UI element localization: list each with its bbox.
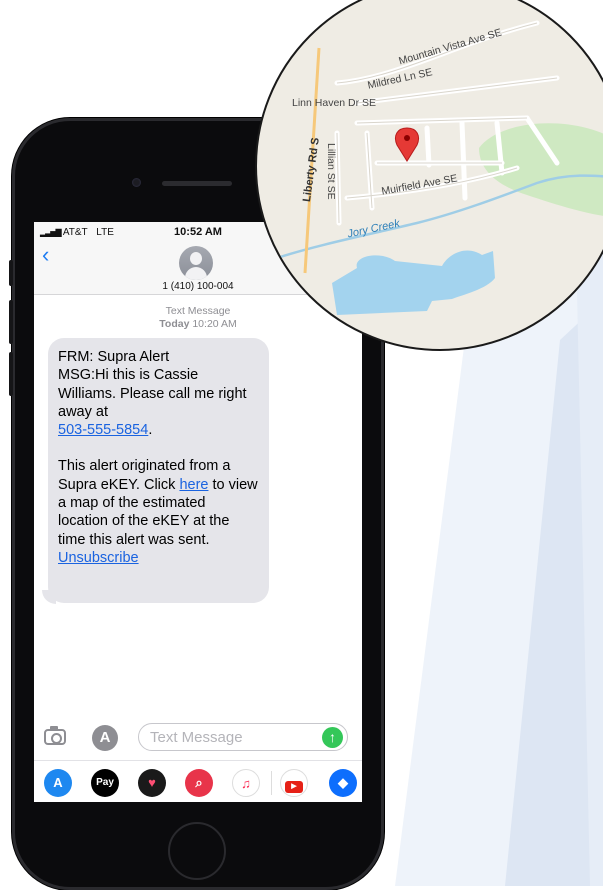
- home-button[interactable]: [168, 822, 226, 880]
- apple-pay-label: Pay: [96, 777, 114, 788]
- message-day: Today: [159, 318, 190, 330]
- music-icon[interactable]: ♫: [232, 769, 260, 797]
- map-preview[interactable]: Mountain Vista Ave SE Mildred Ln SE Linn…: [255, 0, 603, 351]
- avatar-head: [190, 252, 202, 265]
- app-store-icon[interactable]: A: [92, 725, 118, 751]
- message-input-placeholder: Text Message: [150, 729, 243, 746]
- street-label-lillian: Lillian St SE: [325, 143, 337, 200]
- map-pin-icon: [394, 127, 420, 162]
- chevron-left-icon[interactable]: ‹: [42, 244, 49, 266]
- avatar-body: [185, 267, 207, 280]
- earpiece-speaker: [162, 181, 232, 186]
- front-camera: [132, 178, 141, 187]
- search-images-icon[interactable]: ⌕: [185, 769, 213, 797]
- message-body-para1: MSG:Hi this is Cassie Williams. Please c…: [58, 366, 259, 439]
- message-body-text: MSG:Hi this is Cassie Williams. Please c…: [58, 367, 247, 420]
- youtube-play-icon: ▶: [285, 781, 303, 793]
- avatar[interactable]: [179, 246, 213, 280]
- lake: [332, 250, 495, 315]
- map-link[interactable]: here: [179, 477, 208, 493]
- message-from-line: FRM: Supra Alert: [58, 349, 170, 365]
- volume-up-button: [9, 300, 13, 344]
- digital-touch-icon[interactable]: ♥: [138, 769, 166, 797]
- message-time: 10:20 AM: [192, 318, 237, 330]
- message-body-para2: This alert originated from a Supra eKEY.…: [58, 457, 259, 567]
- volume-down-button: [9, 352, 13, 396]
- street-label-linn-haven: Linn Haven Dr SE: [292, 97, 377, 109]
- unsubscribe-link[interactable]: Unsubscribe: [58, 550, 139, 566]
- phone-number-link[interactable]: 503-555-5854: [58, 422, 148, 438]
- dropbox-icon[interactable]: ◆: [329, 769, 357, 797]
- imessage-app-tray: A Pay ♥ ⌕ ♫ ▶ ◆: [34, 760, 362, 802]
- message-period: .: [148, 422, 153, 439]
- message-input[interactable]: Text Message ↑: [138, 723, 348, 751]
- apple-pay-icon[interactable]: Pay: [91, 769, 119, 797]
- youtube-icon[interactable]: ▶: [280, 769, 308, 797]
- send-arrow-icon[interactable]: ↑: [322, 727, 343, 748]
- tray-divider: [271, 771, 272, 795]
- compose-bar: A Text Message ↑: [34, 718, 362, 758]
- app-store-icon[interactable]: A: [44, 769, 72, 797]
- mute-switch: [9, 260, 13, 286]
- incoming-message-bubble[interactable]: FRM: Supra Alert MSG:Hi this is Cassie W…: [48, 338, 269, 603]
- camera-icon[interactable]: [44, 726, 66, 745]
